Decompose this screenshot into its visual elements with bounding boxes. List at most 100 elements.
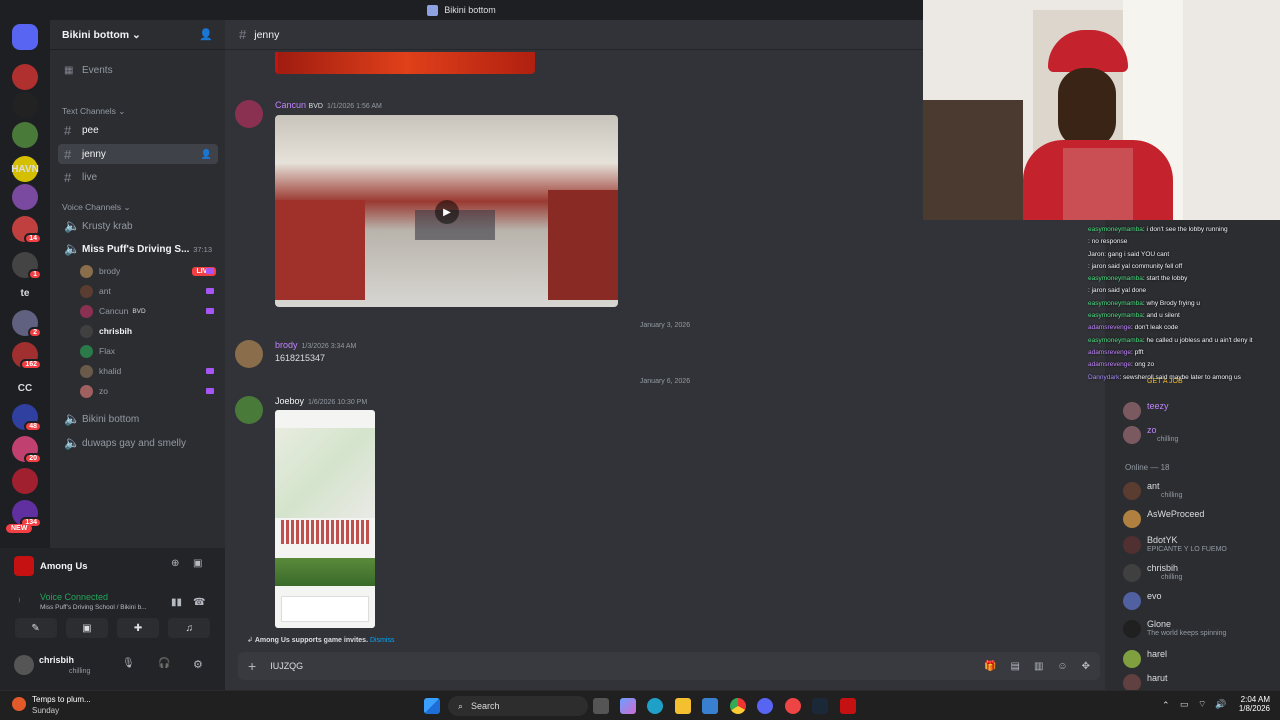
- soundboard-icon[interactable]: ♫: [168, 618, 211, 638]
- voice-user[interactable]: zo: [80, 382, 220, 400]
- emoji-icon[interactable]: ☺: [1057, 661, 1067, 672]
- camera-off-icon[interactable]: ✎: [14, 618, 57, 638]
- mic-icon[interactable]: 🎙: [122, 658, 135, 669]
- task-view-icon[interactable]: [593, 698, 609, 714]
- steam-icon[interactable]: [812, 698, 828, 714]
- server-icon[interactable]: HAVN: [11, 156, 39, 182]
- voice-channel-miss-puffs[interactable]: 🔈 Miss Puff's Driving S... 37:13: [58, 239, 218, 259]
- disconnect-icon[interactable]: ☎: [193, 597, 205, 608]
- server-icon[interactable]: CC: [12, 375, 38, 401]
- server-icon[interactable]: te: [12, 280, 38, 306]
- member-item[interactable]: zo chilling: [1123, 424, 1273, 446]
- add-member-icon[interactable]: 👤: [199, 28, 213, 41]
- member-item[interactable]: harel: [1123, 648, 1273, 670]
- text-category[interactable]: Text Channels ⌄: [62, 106, 125, 117]
- voice-channel-krusty-krab[interactable]: 🔈 Krusty krab: [58, 216, 218, 236]
- voice-channel-duwaps[interactable]: 🔈 duwaps gay and smelly: [58, 433, 218, 453]
- server-icon[interactable]: 20: [12, 436, 42, 464]
- voice-user[interactable]: ant: [80, 282, 220, 300]
- voice-status[interactable]: ⁾ Voice Connected Miss Puff's Driving Sc…: [18, 592, 147, 611]
- gear-icon[interactable]: ⚙: [193, 658, 203, 671]
- member-name: AsWeProceed: [1147, 509, 1205, 519]
- invite-icon[interactable]: ⊕: [171, 558, 179, 569]
- apps-icon[interactable]: ✥: [1082, 661, 1090, 672]
- screen-share-icon[interactable]: ▣: [193, 558, 202, 569]
- message-input[interactable]: IUJZQG: [270, 661, 303, 671]
- wifi-icon[interactable]: ⌔: [1198, 699, 1206, 710]
- voice-user[interactable]: brody LIVE: [80, 262, 220, 280]
- search-box[interactable]: ⌕ Search: [448, 696, 588, 716]
- member-item[interactable]: BdotYK EPICANTE Y LO FUEMO: [1123, 534, 1273, 556]
- message-author[interactable]: brody: [275, 340, 298, 350]
- chat-user: easymoneymamba: [1088, 312, 1143, 320]
- sticker-icon[interactable]: ▥: [1034, 661, 1043, 672]
- server-icon[interactable]: [12, 92, 38, 118]
- dismiss-link[interactable]: Dismiss: [370, 637, 395, 644]
- activity-row[interactable]: Among Us: [14, 556, 88, 576]
- gift-icon[interactable]: 🎁: [984, 661, 996, 672]
- play-icon[interactable]: ▶: [435, 200, 459, 224]
- avatar[interactable]: [235, 340, 263, 368]
- events-item[interactable]: ▦ Events: [58, 60, 218, 80]
- voice-user[interactable]: Flax: [80, 342, 220, 360]
- server-icon[interactable]: 14: [12, 216, 42, 244]
- server-icon[interactable]: [12, 24, 38, 50]
- discord-taskbar-icon[interactable]: [757, 698, 773, 714]
- member-item[interactable]: ant chilling: [1123, 480, 1273, 502]
- member-item[interactable]: teezy: [1123, 400, 1273, 422]
- server-icon[interactable]: [12, 122, 38, 148]
- message-author[interactable]: Joeboy: [275, 396, 304, 406]
- network-icon[interactable]: ▭: [1180, 699, 1189, 710]
- edge-icon[interactable]: [647, 698, 663, 714]
- tray-chevron-icon[interactable]: ⌃: [1162, 700, 1170, 711]
- message-author[interactable]: Cancun: [275, 100, 306, 110]
- add-user-icon[interactable]: 👤: [201, 149, 212, 160]
- channel-live[interactable]: # live: [58, 167, 218, 187]
- chrome-icon[interactable]: [730, 698, 746, 714]
- member-item[interactable]: AsWeProceed: [1123, 508, 1273, 530]
- avatar: [1123, 620, 1141, 638]
- headphones-icon[interactable]: 🎧: [158, 658, 170, 669]
- voice-user[interactable]: chrisbih: [80, 322, 220, 340]
- activity-icon[interactable]: ✚: [117, 618, 160, 638]
- file-explorer-icon[interactable]: [675, 698, 691, 714]
- chat-line: easymoneymamba: i don't see the lobby ru…: [1088, 224, 1278, 236]
- guild-header[interactable]: Bikini bottom ⌄ 👤: [50, 20, 225, 50]
- voice-category[interactable]: Voice Channels ⌄: [62, 202, 131, 213]
- gif-icon[interactable]: ▤: [1010, 661, 1019, 672]
- member-item[interactable]: Glone The world keeps spinning: [1123, 618, 1273, 640]
- chat-text: : jaron said yal done: [1088, 287, 1147, 295]
- server-icon[interactable]: 134: [12, 500, 42, 528]
- server-icon[interactable]: [12, 64, 38, 90]
- volume-icon[interactable]: 🔊: [1215, 699, 1226, 710]
- server-icon[interactable]: [12, 468, 38, 494]
- avatar[interactable]: [235, 396, 263, 424]
- member-item[interactable]: evo: [1123, 590, 1273, 612]
- avatar[interactable]: [235, 100, 263, 128]
- server-icon[interactable]: [12, 184, 38, 210]
- member-item[interactable]: chrisbih chilling: [1123, 562, 1273, 584]
- avatar: [14, 655, 34, 675]
- noise-icon[interactable]: ▮▮: [171, 597, 182, 608]
- media-embed[interactable]: [275, 52, 535, 74]
- voice-user[interactable]: khalid: [80, 362, 220, 380]
- folder-icon[interactable]: [702, 698, 718, 714]
- start-icon[interactable]: [424, 698, 440, 714]
- channel-pee[interactable]: # pee: [58, 120, 218, 140]
- copilot-icon[interactable]: [620, 698, 636, 714]
- server-icon[interactable]: 48: [12, 404, 42, 432]
- video-attachment[interactable]: ▶: [275, 115, 618, 307]
- voice-channel-bikini-bottom[interactable]: 🔈 Bikini bottom: [58, 409, 218, 429]
- server-icon[interactable]: 2: [12, 310, 42, 338]
- app-icon[interactable]: [785, 698, 801, 714]
- voice-user[interactable]: Cancun BVD: [80, 302, 220, 320]
- message: brody 1/3/2026 3:34 AM 1618215347: [235, 340, 635, 370]
- server-icon[interactable]: 162: [12, 342, 42, 370]
- server-icon[interactable]: 1: [12, 252, 42, 280]
- image-attachment[interactable]: [275, 410, 375, 628]
- channel-jenny[interactable]: # jenny 👤: [58, 144, 218, 164]
- share-screen-icon[interactable]: ▣: [65, 618, 108, 638]
- among-us-taskbar-icon[interactable]: [840, 698, 856, 714]
- add-attachment-icon[interactable]: +: [248, 658, 256, 674]
- clock[interactable]: 2:04 AM 1/8/2026: [1232, 695, 1270, 713]
